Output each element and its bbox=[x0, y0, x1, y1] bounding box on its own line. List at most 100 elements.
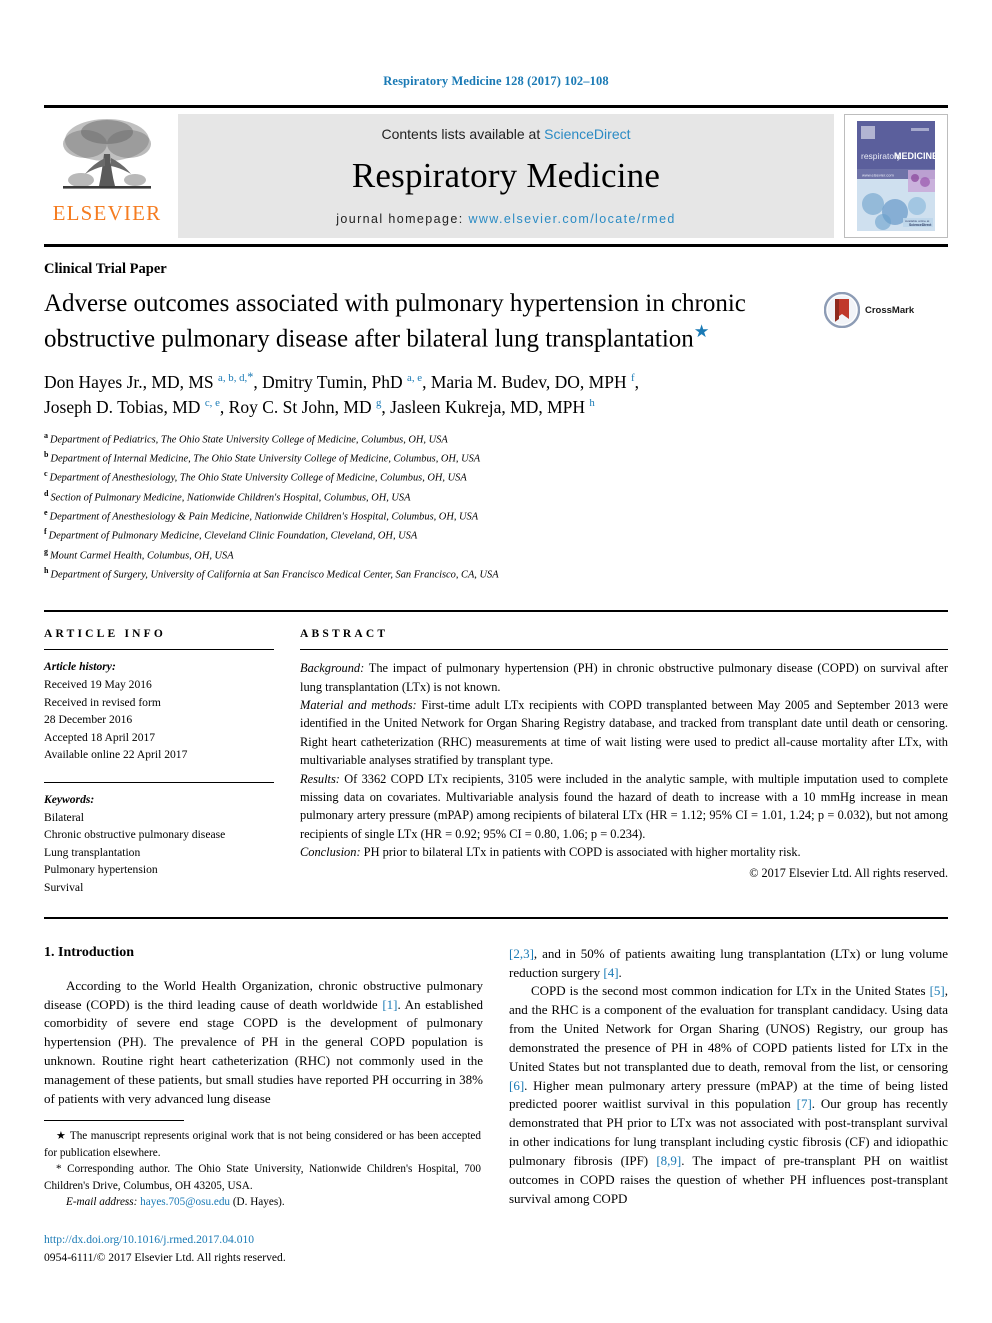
doi-link[interactable]: http://dx.doi.org/10.1016/j.rmed.2017.04… bbox=[44, 1231, 481, 1249]
author-separator: , bbox=[422, 372, 431, 393]
abstract-body: Background: The impact of pulmonary hype… bbox=[300, 659, 948, 861]
journal-cover-image-icon: respiratory MEDICINE www.elsevier.com Av… bbox=[853, 118, 939, 234]
author-name: Dmitry Tumin, PhD bbox=[262, 372, 403, 393]
author-separator: , bbox=[253, 372, 263, 393]
affiliation-item: h Department of Surgery, University of Ca… bbox=[44, 565, 948, 584]
abstract-column: ABSTRACT Background: The impact of pulmo… bbox=[300, 628, 948, 896]
journal-cover-thumbnail: respiratory MEDICINE www.elsevier.com Av… bbox=[844, 114, 948, 238]
author-entry: Roy C. St John, MD g, bbox=[229, 397, 391, 417]
keywords-block: Keywords: Bilateral Chronic obstructive … bbox=[44, 791, 274, 897]
author-affiliation-marks: c, e bbox=[204, 397, 220, 410]
affiliation-item: a Department of Pediatrics, The Ohio Stat… bbox=[44, 430, 948, 449]
elsevier-logo: ELSEVIER bbox=[44, 108, 170, 244]
author-separator: , bbox=[381, 397, 391, 417]
affiliation-mark: b bbox=[44, 450, 49, 460]
keyword-item: Chronic obstructive pulmonary disease bbox=[44, 828, 226, 842]
affiliation-item: b Department of Internal Medicine, The Oh… bbox=[44, 449, 948, 468]
crossmark-badge[interactable]: CrossMark bbox=[824, 288, 934, 328]
history-item: Accepted 18 April 2017 bbox=[44, 730, 156, 744]
affiliation-list: a Department of Pediatrics, The Ohio Stat… bbox=[44, 430, 948, 585]
article-title: Adverse outcomes associated with pulmona… bbox=[44, 288, 824, 355]
abstract-heading: ABSTRACT bbox=[300, 628, 389, 641]
author-name: Joseph D. Tobias, MD bbox=[44, 397, 201, 417]
author-list: Don Hayes Jr., MD, MS a, b, d,*, Dmitry … bbox=[44, 369, 948, 420]
email-address-label: E-mail address: bbox=[66, 1196, 138, 1209]
affiliation-text: Section of Pulmonary Medicine, Nationwid… bbox=[50, 492, 411, 504]
history-item: Available online 22 April 2017 bbox=[44, 748, 188, 762]
article-info-column: ARTICLE INFO Article history: Received 1… bbox=[44, 628, 300, 896]
masthead-center-band: Contents lists available at ScienceDirec… bbox=[178, 114, 834, 238]
running-head: Respiratory Medicine 128 (2017) 102–108 bbox=[383, 74, 609, 88]
affiliation-mark: f bbox=[44, 527, 47, 537]
keyword-item: Bilateral bbox=[44, 810, 84, 824]
author-entry: Dmitry Tumin, PhD a, e, bbox=[262, 372, 431, 392]
author-affiliation-marks: h bbox=[589, 397, 595, 410]
article-info-heading: ARTICLE INFO bbox=[44, 628, 167, 641]
article-history-label: Article history: bbox=[44, 660, 116, 674]
author-affiliation-marks: a, e bbox=[407, 372, 423, 385]
affiliation-text: Department of Internal Medicine, The Ohi… bbox=[50, 453, 481, 465]
keywords-label: Keywords: bbox=[44, 793, 95, 806]
email-address-link[interactable]: hayes.705@osu.edu bbox=[140, 1196, 230, 1208]
citation-ref-1[interactable]: [1] bbox=[382, 997, 397, 1012]
abstract-copyright: © 2017 Elsevier Ltd. All rights reserved… bbox=[749, 866, 948, 881]
author-entry: Maria M. Budev, DO, MPH f, bbox=[431, 372, 639, 392]
info-abstract-region: ARTICLE INFO Article history: Received 1… bbox=[44, 628, 948, 896]
abstract-methods: Material and methods: First-time adult L… bbox=[300, 696, 948, 769]
citation-ref-7[interactable]: [7] bbox=[797, 1096, 812, 1111]
affiliation-mark: d bbox=[44, 488, 49, 498]
info-section-top-rule bbox=[44, 610, 948, 613]
paragraph: According to the World Health Organizati… bbox=[44, 977, 483, 1109]
contents-prefix: Contents lists available at bbox=[381, 126, 545, 142]
introduction-right-text: [2,3], and in 50% of patients awaiting l… bbox=[509, 945, 948, 1209]
history-item: Received 19 May 2016 bbox=[44, 677, 152, 691]
abstract-results-text: Of 3362 COPD LTx recipients, 3105 were i… bbox=[300, 771, 948, 841]
abstract-background-text: The impact of pulmonary hypertension (PH… bbox=[300, 661, 948, 694]
author-separator: , bbox=[219, 397, 229, 417]
abstract-conclusion: Conclusion: PH prior to bilateral LTx in… bbox=[300, 843, 948, 861]
author-name: Maria M. Budev, DO, MPH bbox=[430, 372, 627, 393]
sciencedirect-link[interactable]: ScienceDirect bbox=[544, 126, 630, 142]
para-text: . An established comorbidity of severe e… bbox=[44, 996, 483, 1106]
author-entry: Joseph D. Tobias, MD c, e, bbox=[44, 397, 229, 417]
para-text: , and in 50% of patients awaiting lung t… bbox=[509, 945, 948, 980]
svg-text:MEDICINE: MEDICINE bbox=[894, 151, 938, 161]
article-history-block: Article history: Received 19 May 2016 Re… bbox=[44, 658, 274, 764]
citation-ref-5[interactable]: [5] bbox=[930, 983, 945, 998]
citation-ref-2-3[interactable]: [2,3] bbox=[509, 946, 534, 961]
citation-ref-8-9[interactable]: [8,9] bbox=[656, 1153, 681, 1168]
homepage-url-link[interactable]: www.elsevier.com/locate/rmed bbox=[468, 212, 675, 226]
journal-title: Respiratory Medicine bbox=[351, 156, 661, 195]
affiliation-text: Mount Carmel Health, Columbus, OH, USA bbox=[50, 550, 234, 562]
elsevier-tree-icon bbox=[63, 119, 151, 189]
footnote-manuscript-note: ★ The manuscript represents original wor… bbox=[44, 1130, 481, 1159]
abstract-methods-label: Material and methods: bbox=[300, 698, 417, 713]
contents-available-line: Contents lists available at ScienceDirec… bbox=[381, 126, 630, 142]
author-separator: , bbox=[634, 372, 639, 393]
affiliation-text: Department of Anesthesiology, The Ohio S… bbox=[49, 472, 467, 484]
article-type-label: Clinical Trial Paper bbox=[44, 261, 167, 277]
abstract-conclusion-text: PH prior to bilateral LTx in patients wi… bbox=[360, 844, 801, 859]
abstract-results: Results: Of 3362 COPD LTx recipients, 31… bbox=[300, 770, 948, 843]
affiliation-mark: c bbox=[44, 469, 48, 479]
citation-ref-6[interactable]: [6] bbox=[509, 1078, 524, 1093]
keyword-item: Survival bbox=[44, 881, 84, 895]
footnote-corresponding-author: * Corresponding author. The Ohio State U… bbox=[44, 1163, 481, 1192]
history-item: 28 December 2016 bbox=[44, 713, 133, 727]
affiliation-item: f Department of Pulmonary Medicine, Cleve… bbox=[44, 526, 948, 545]
affiliation-mark: a bbox=[44, 430, 48, 440]
journal-homepage-line: journal homepage: www.elsevier.com/locat… bbox=[336, 212, 676, 226]
para-text: COPD is the second most common indicatio… bbox=[531, 983, 930, 999]
issn-copyright-line: 0954-6111/© 2017 Elsevier Ltd. All right… bbox=[44, 1251, 286, 1265]
citation-ref-4[interactable]: [4] bbox=[603, 965, 618, 980]
abstract-results-label: Results: bbox=[300, 771, 340, 786]
author-name: Jasleen Kukreja, MD, MPH bbox=[390, 397, 586, 417]
footnotes: ★ The manuscript represents original wor… bbox=[44, 1128, 481, 1211]
masthead-bottom-rule bbox=[44, 244, 948, 247]
abstract-conclusion-label: Conclusion: bbox=[300, 844, 361, 859]
abstract-background-label: Background: bbox=[300, 661, 365, 676]
affiliation-text: Department of Anesthesiology & Pain Medi… bbox=[49, 511, 479, 523]
title-row: Adverse outcomes associated with pulmona… bbox=[44, 288, 948, 355]
affiliation-text: Department of Pulmonary Medicine, Clevel… bbox=[48, 530, 418, 542]
affiliation-mark: h bbox=[44, 566, 49, 576]
